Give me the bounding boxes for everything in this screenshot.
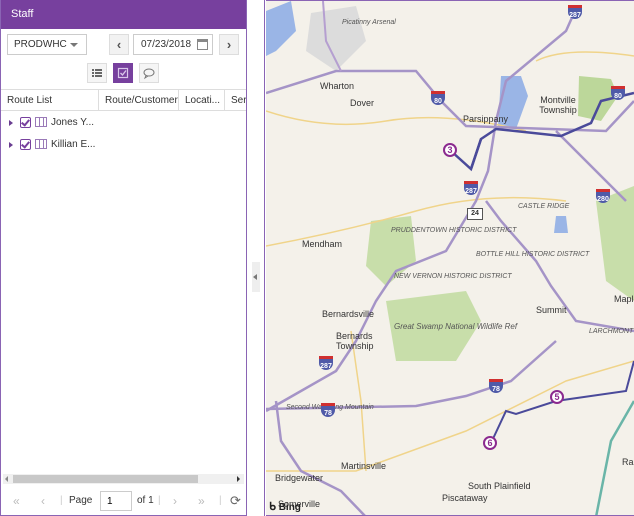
- column-header-service[interactable]: Ser: [225, 90, 246, 110]
- interstate-shield: 78: [489, 379, 503, 393]
- horizontal-scrollbar[interactable]: [3, 474, 244, 484]
- map-label: Second Watchung Mountain: [286, 404, 374, 411]
- scrollbar-thumb[interactable]: [13, 475, 198, 483]
- pager-divider: |: [219, 495, 222, 506]
- interstate-shield: 287: [568, 5, 582, 19]
- scroll-right-icon[interactable]: [237, 476, 240, 482]
- route-row[interactable]: Jones Y...: [1, 112, 246, 134]
- date-field[interactable]: 07/23/2018: [133, 34, 213, 55]
- column-header-route-list[interactable]: Route List: [1, 90, 99, 110]
- map-attribution: Bing: [278, 502, 301, 513]
- list-view-button[interactable]: [87, 63, 107, 83]
- map-label: Bridgewater: [275, 473, 324, 483]
- map-icon[interactable]: [35, 117, 47, 127]
- grid-header: Route List Route/Customer Locati... Ser: [1, 89, 246, 111]
- route-stop-marker[interactable]: 3: [443, 143, 457, 157]
- expand-arrow-icon[interactable]: [9, 120, 13, 126]
- prev-page-button[interactable]: ‹: [41, 488, 45, 514]
- map-label: Dover: [350, 98, 375, 108]
- pager: « ‹ | Page of 1 | › » | ⟳: [1, 488, 246, 514]
- route-list: Jones Y... Killian E...: [1, 112, 246, 156]
- bing-icon: ᑲ: [269, 501, 276, 513]
- interstate-shield: 80: [611, 86, 625, 100]
- column-header-route-customer[interactable]: Route/Customer: [99, 90, 179, 110]
- staff-panel: Staff PRODWHC ‹ 07/23/2018 › Route List …: [0, 0, 247, 516]
- map-label: Bernardsville: [322, 309, 375, 319]
- calendar-icon[interactable]: [197, 39, 208, 50]
- map-label: Picatinny Arsenal: [342, 19, 396, 26]
- last-page-button[interactable]: »: [198, 488, 205, 514]
- pager-divider: |: [60, 495, 63, 506]
- next-date-button[interactable]: ›: [219, 34, 239, 55]
- highway: [555, 130, 627, 202]
- page-label: Page: [69, 495, 93, 506]
- bing-logo: ᑲ Bing: [269, 500, 301, 513]
- date-value: 07/23/2018: [141, 39, 192, 50]
- route-line: [490, 360, 634, 444]
- list-icon: [92, 69, 102, 77]
- route-row[interactable]: Killian E...: [1, 134, 246, 156]
- map-label: Bernards Township: [336, 331, 374, 351]
- road: [535, 51, 634, 62]
- interstate-shield: 287: [319, 356, 333, 370]
- pager-divider: |: [158, 495, 161, 506]
- chevron-down-icon: [70, 43, 78, 47]
- map-label: Piscataway: [442, 493, 488, 503]
- map-label: Montville Township: [539, 95, 577, 115]
- map-label: LARCHMONT ESTATES: [589, 328, 634, 335]
- interstate-shield: 78: [321, 403, 335, 417]
- panel-splitter[interactable]: [247, 0, 265, 516]
- map-label: Summit: [536, 305, 567, 315]
- state-route-shield: 24: [467, 208, 483, 220]
- collapse-panel-icon[interactable]: [252, 262, 260, 292]
- map-label: Maple: [614, 294, 634, 304]
- depot-select-value: PRODWHC: [14, 39, 67, 50]
- prev-date-button[interactable]: ‹: [109, 34, 129, 55]
- column-header-location[interactable]: Locati...: [179, 90, 225, 110]
- route-name: Killian E...: [51, 139, 96, 150]
- depot-select[interactable]: PRODWHC: [7, 34, 87, 55]
- road: [350, 330, 367, 472]
- filter-row: PRODWHC ‹ 07/23/2018 ›: [7, 34, 240, 56]
- map-icon[interactable]: [35, 139, 47, 149]
- map-label: PRUDDENTOWN HISTORIC DISTRICT: [391, 227, 517, 234]
- next-page-button[interactable]: ›: [173, 488, 177, 514]
- comment-view-button[interactable]: [138, 63, 159, 83]
- route-stop-marker[interactable]: 6: [483, 436, 497, 450]
- map-label: NEW VERNON HISTORIC DISTRICT: [394, 273, 512, 280]
- water-area: [554, 216, 568, 233]
- map-label: Parsippany: [463, 114, 509, 124]
- route-checkbox[interactable]: [20, 117, 31, 128]
- road: [266, 360, 634, 472]
- map-label: South Plainfield: [468, 481, 531, 491]
- interstate-shield: 287: [464, 181, 478, 195]
- route-name: Jones Y...: [51, 117, 94, 128]
- map-view[interactable]: Picatinny Arsenal Wharton Dover Parsippa…: [266, 0, 634, 516]
- panel-header: Staff: [1, 0, 246, 29]
- refresh-icon[interactable]: ⟳: [230, 488, 241, 514]
- map-label: Martinsville: [341, 461, 387, 471]
- comment-icon: [143, 68, 155, 80]
- map-label: Ra: [622, 457, 634, 467]
- checklist-view-button[interactable]: [112, 63, 133, 83]
- map-label: CASTLE RIDGE: [518, 203, 570, 210]
- route-stop-marker[interactable]: 5: [550, 390, 564, 404]
- map-label: Wharton: [320, 81, 355, 91]
- interstate-shield: 280: [596, 189, 610, 203]
- view-toggle-group: [87, 63, 162, 83]
- first-page-button[interactable]: «: [13, 488, 20, 514]
- page-count: of 1: [137, 495, 154, 506]
- route-checkbox[interactable]: [20, 139, 31, 150]
- scroll-left-icon[interactable]: [5, 476, 8, 482]
- map-label: Mendham: [302, 239, 343, 249]
- map-canvas: [266, 1, 634, 515]
- checkbox-icon: [117, 67, 128, 79]
- map-label: BOTTLE HILL HISTORIC DISTRICT: [476, 251, 590, 258]
- route-line: [469, 138, 483, 170]
- map-label: Great Swamp National Wildlife Ref: [394, 322, 518, 331]
- interstate-shield: 80: [431, 91, 445, 105]
- water-area: [266, 1, 296, 56]
- page-input[interactable]: [100, 491, 132, 511]
- expand-arrow-icon[interactable]: [9, 142, 13, 148]
